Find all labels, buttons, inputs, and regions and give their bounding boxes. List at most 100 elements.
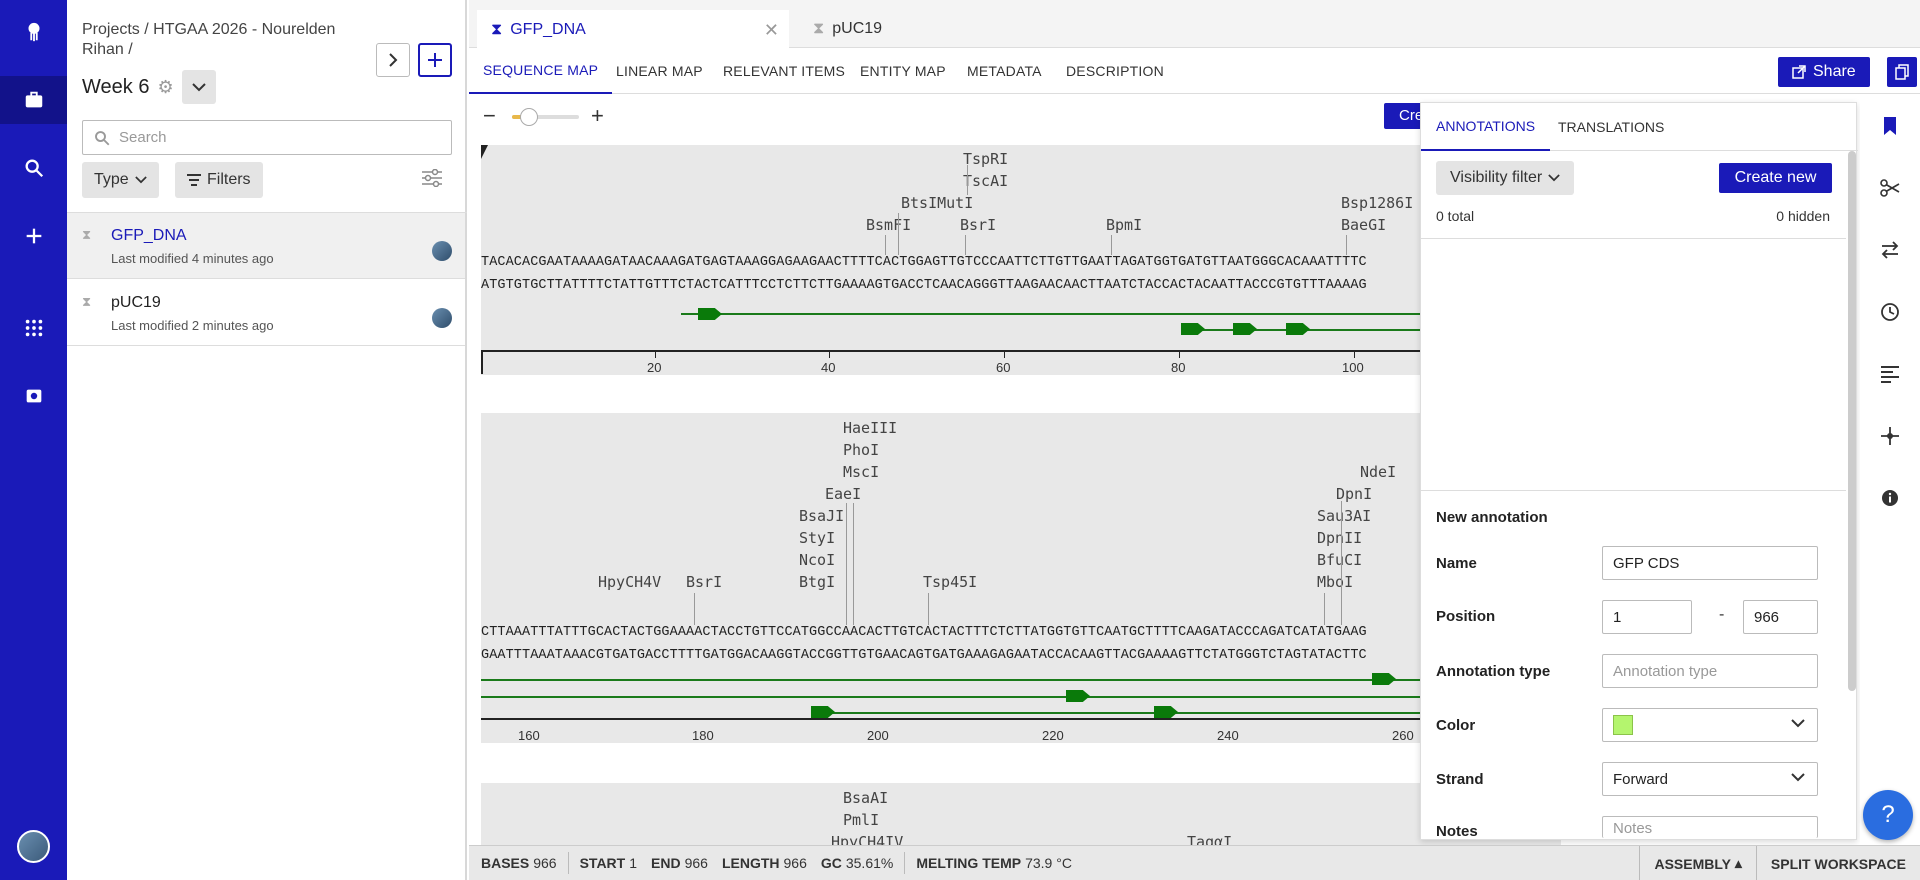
feature-arrow[interactable]: [698, 308, 722, 320]
info-icon[interactable]: [1860, 478, 1920, 518]
enzyme-label[interactable]: DpnII: [1317, 529, 1362, 547]
tab-translations[interactable]: TRANSLATIONS: [1543, 103, 1679, 151]
enzyme-label[interactable]: PhoI: [843, 441, 879, 459]
list-item[interactable]: ⧗ pUC19 Last modified 2 minutes ago: [67, 280, 465, 346]
projects-briefcase-icon[interactable]: [0, 76, 67, 124]
doc-tab-puc19[interactable]: ⧗ pUC19: [799, 10, 896, 48]
enzyme-label[interactable]: Tsp45I: [923, 573, 977, 591]
folder-dropdown-button[interactable]: [181, 70, 216, 104]
copy-button[interactable]: [1887, 57, 1917, 87]
enzyme-label[interactable]: BaeGI: [1341, 216, 1386, 234]
tab-relevant-items[interactable]: RELEVANT ITEMS: [723, 48, 845, 94]
enzyme-label[interactable]: BsrI: [686, 573, 722, 591]
enzyme-label[interactable]: BtgI: [799, 573, 835, 591]
enzyme-label[interactable]: TscAI: [963, 172, 1008, 190]
close-icon[interactable]: ✕: [764, 20, 779, 41]
tab-metadata[interactable]: METADATA: [967, 48, 1042, 94]
enzyme-label[interactable]: StyI: [799, 529, 835, 547]
breadcrumb[interactable]: Projects / HTGAA 2026 - Nourelden Rihan …: [82, 20, 362, 60]
position-start-field[interactable]: 1: [1602, 600, 1692, 634]
enzyme-label[interactable]: BsmFI: [866, 216, 911, 234]
list-item[interactable]: ⧗ GFP_DNA Last modified 4 minutes ago: [67, 213, 465, 279]
enzyme-label[interactable]: BtsIMutI: [901, 194, 973, 212]
clock-history-icon[interactable]: [1860, 292, 1920, 332]
align-left-icon[interactable]: [1860, 354, 1920, 394]
feature-arrow[interactable]: [1181, 323, 1205, 335]
tab-description[interactable]: DESCRIPTION: [1066, 48, 1164, 94]
enzyme-label[interactable]: PmlI: [843, 811, 879, 829]
apps-grid-icon[interactable]: [0, 304, 67, 352]
tab-linear-map[interactable]: LINEAR MAP: [616, 48, 703, 94]
create-new-button[interactable]: Create new: [1719, 163, 1832, 193]
type-filter-button[interactable]: Type: [82, 162, 159, 198]
annotation-type-field[interactable]: Annotation type: [1602, 654, 1818, 688]
assembly-button[interactable]: ASSEMBLY ▴: [1639, 846, 1755, 880]
enzyme-label[interactable]: HaeIII: [843, 419, 897, 437]
tab-entity-map[interactable]: ENTITY MAP: [860, 48, 946, 94]
doc-tab-gfp-dna[interactable]: ⧗ GFP_DNA ✕: [477, 10, 789, 48]
feature-line[interactable]: [481, 696, 1561, 698]
cut-line: [928, 593, 929, 625]
zoom-out-icon[interactable]: −: [483, 103, 496, 129]
feature-line[interactable]: [481, 679, 1561, 681]
sliders-settings-icon[interactable]: [422, 168, 442, 190]
sequence-top-strand[interactable]: CTTAAATTTATTTGCACTACTGGAAAACTACCTGTTCCAT…: [481, 625, 1367, 640]
bookmark-annotations-icon[interactable]: [1860, 106, 1920, 146]
enzyme-label[interactable]: BsaJI: [799, 507, 844, 525]
strand-select[interactable]: Forward: [1602, 762, 1818, 796]
search-icon[interactable]: [0, 144, 67, 192]
sequence-bottom-strand[interactable]: ATGTGTGCTTATTTTCTATTGTTTCTACTCATTTCCTCTT…: [481, 278, 1367, 293]
tab-sequence-map[interactable]: SEQUENCE MAP: [469, 48, 613, 94]
crosshair-icon[interactable]: [1860, 416, 1920, 456]
search-input[interactable]: [119, 129, 439, 146]
enzyme-label[interactable]: BpmI: [1106, 216, 1142, 234]
feature-arrow[interactable]: [1066, 690, 1090, 702]
enzyme-label[interactable]: Sau3AI: [1317, 507, 1371, 525]
sequence-top-strand[interactable]: TACACACGAATAAAAGATAACAAAGATGAGTAAAGGAGAA…: [481, 255, 1367, 270]
create-plus-icon[interactable]: [0, 212, 67, 260]
benchling-logo-icon[interactable]: [0, 8, 67, 56]
user-avatar[interactable]: [17, 830, 50, 863]
feature-arrow[interactable]: [1233, 323, 1257, 335]
enzyme-label[interactable]: HpyCH4V: [598, 573, 661, 591]
enzyme-label[interactable]: BfuCI: [1317, 551, 1362, 569]
enzyme-label[interactable]: Bsp1286I: [1341, 194, 1413, 212]
sequence-bottom-strand[interactable]: GAATTTAAATAAACGTGATGACCTTTTGATGGACAAGGTA…: [481, 648, 1367, 663]
add-item-button[interactable]: [418, 43, 452, 77]
enzyme-label[interactable]: NcoI: [799, 551, 835, 569]
swap-arrows-icon[interactable]: [1860, 230, 1920, 270]
panel-scrollbar[interactable]: [1848, 151, 1856, 691]
name-field[interactable]: GFP CDS: [1602, 546, 1818, 580]
enzyme-label[interactable]: TspRI: [963, 150, 1008, 168]
enzyme-label[interactable]: HpyCH4IV: [831, 833, 903, 845]
position-end-field[interactable]: 966: [1743, 600, 1818, 634]
color-select[interactable]: [1602, 708, 1818, 742]
zoom-in-icon[interactable]: +: [591, 103, 604, 129]
feature-arrow[interactable]: [1372, 673, 1396, 685]
enzyme-label[interactable]: NdeI: [1360, 463, 1396, 481]
enzyme-label[interactable]: MboI: [1317, 573, 1353, 591]
visibility-filter-button[interactable]: Visibility filter: [1436, 161, 1575, 195]
enzyme-label[interactable]: BsrI: [960, 216, 996, 234]
gear-icon[interactable]: ⚙: [157, 77, 173, 98]
feature-arrow[interactable]: [1154, 706, 1178, 718]
zoom-slider-handle[interactable]: [519, 108, 538, 126]
feature-arrow[interactable]: [811, 706, 835, 718]
inbox-sync-icon[interactable]: [0, 372, 67, 420]
help-button[interactable]: ?: [1863, 790, 1913, 840]
forward-button[interactable]: [376, 43, 410, 77]
share-button[interactable]: Share: [1778, 57, 1870, 87]
filters-button[interactable]: Filters: [175, 162, 263, 198]
origin-marker: [481, 145, 488, 159]
hourglass-dna-icon: ⧗: [82, 294, 92, 309]
external-link-icon: [1792, 65, 1806, 79]
scissors-icon[interactable]: [1860, 168, 1920, 208]
notes-field[interactable]: Notes: [1602, 816, 1818, 838]
enzyme-label[interactable]: MscI: [843, 463, 879, 481]
enzyme-label[interactable]: EaeI: [825, 485, 861, 503]
enzyme-label[interactable]: TaqαI: [1187, 833, 1232, 845]
tab-annotations[interactable]: ANNOTATIONS: [1421, 103, 1551, 151]
enzyme-label[interactable]: BsaAI: [843, 789, 888, 807]
split-workspace-button[interactable]: SPLIT WORKSPACE: [1755, 846, 1920, 880]
feature-arrow[interactable]: [1286, 323, 1310, 335]
